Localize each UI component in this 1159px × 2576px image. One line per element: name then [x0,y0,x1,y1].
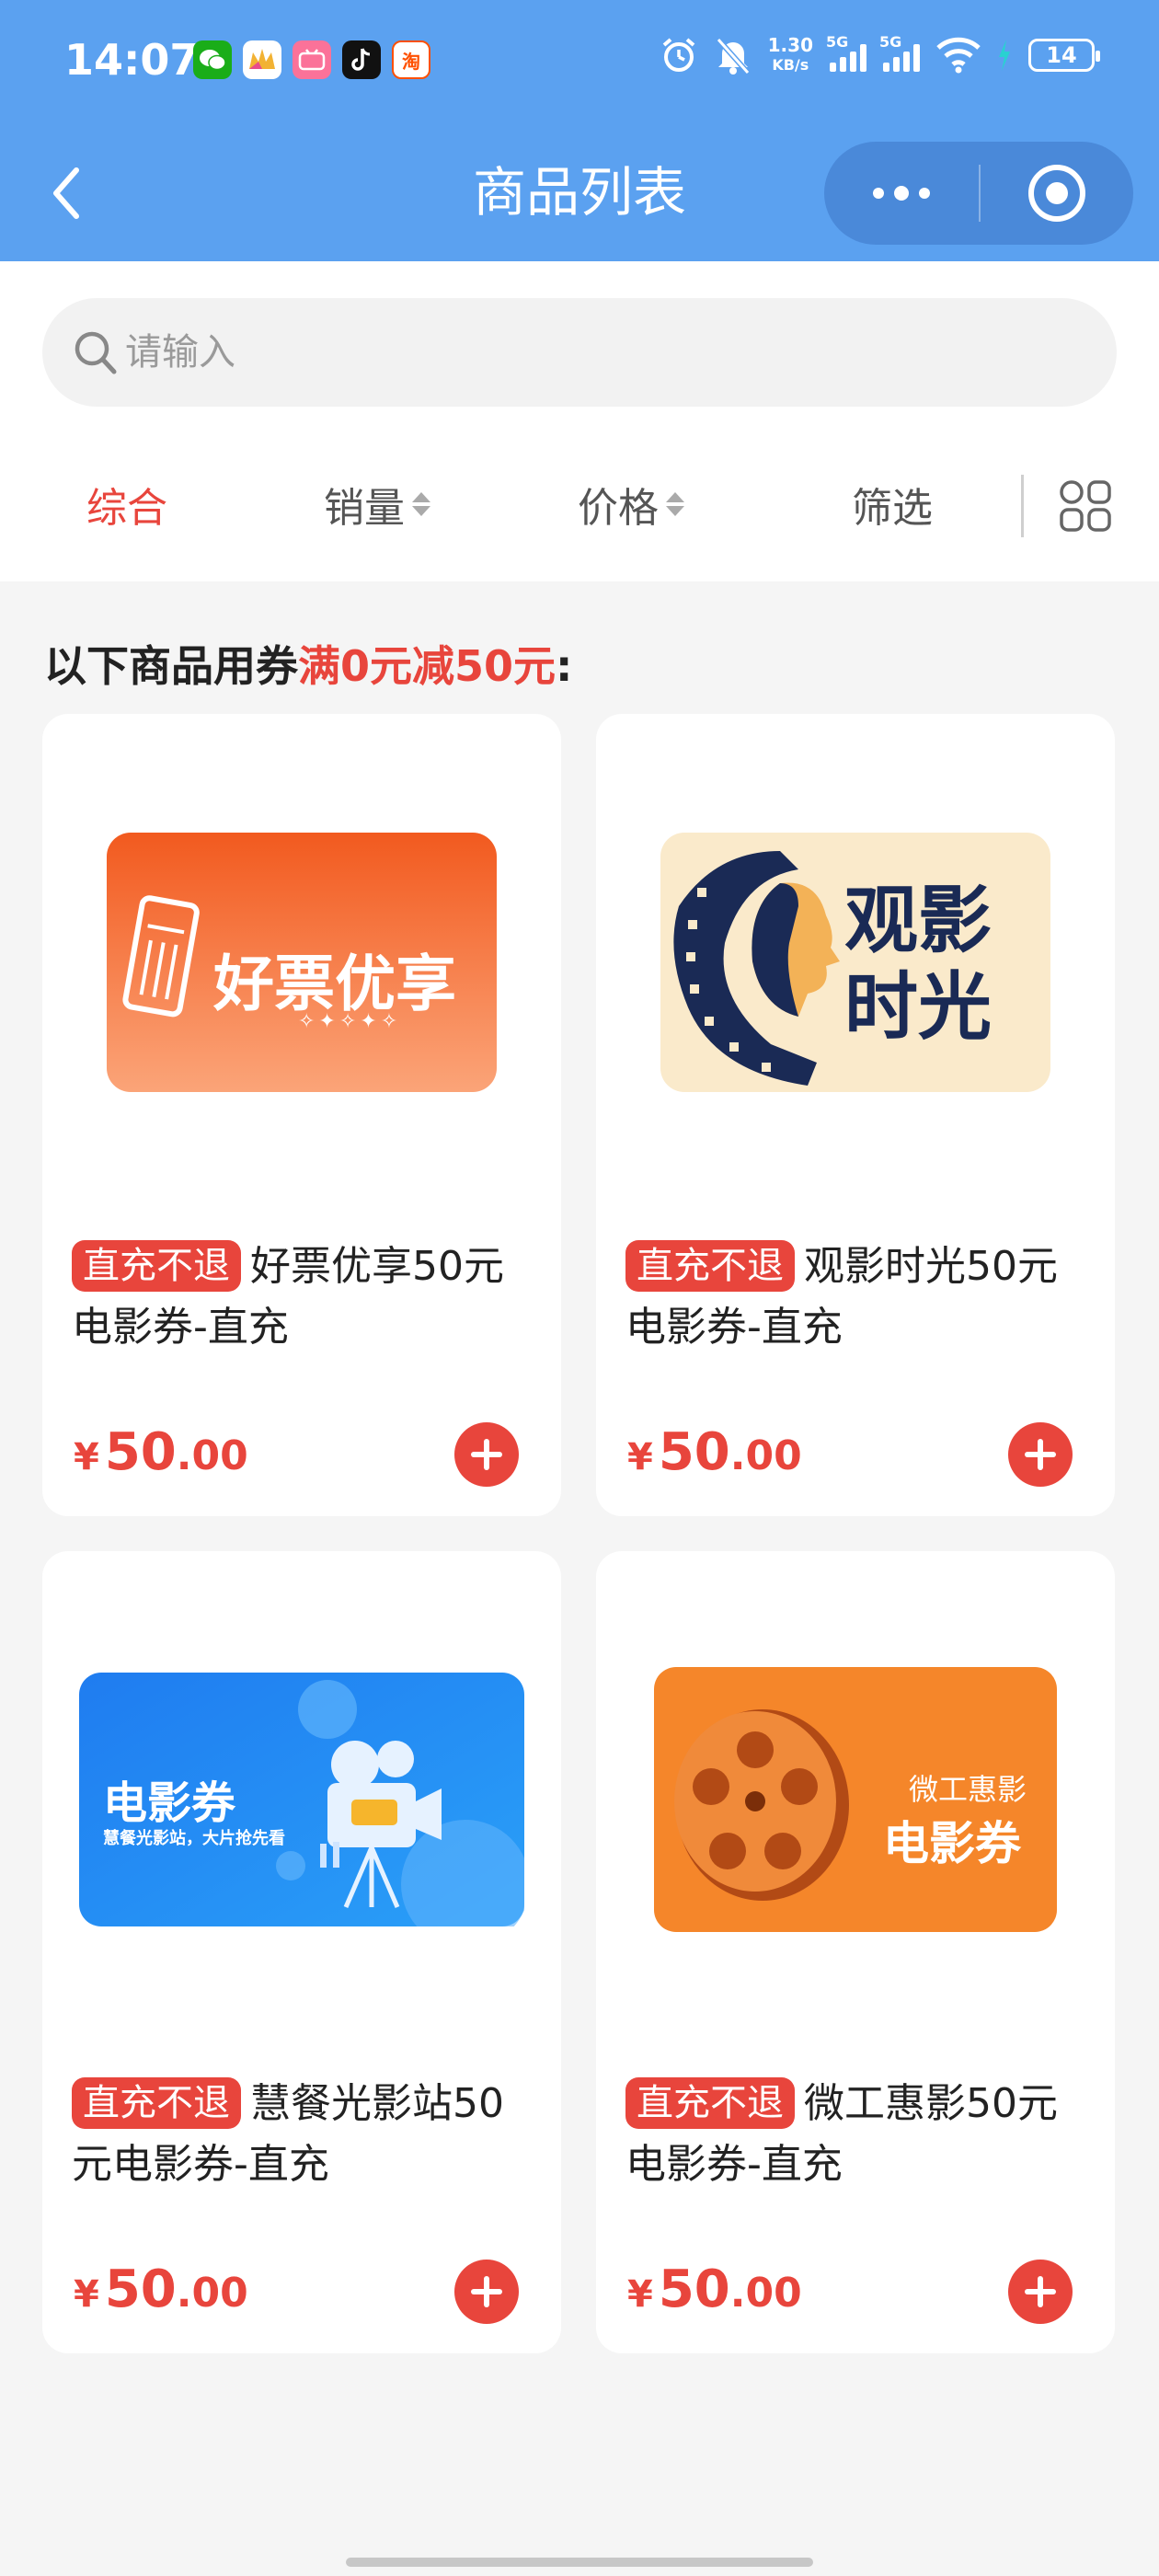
add-to-cart-button[interactable] [454,1422,519,1487]
price-symbol: ¥ [74,2273,99,2316]
home-indicator[interactable] [346,2558,813,2567]
filter-sales-label: 销量 [324,485,405,532]
product-info: 直充不退 微工惠影50元电影券-直充 [625,2074,1095,2195]
poster-subtitle: 微工惠影 [909,1772,1027,1807]
product-card[interactable]: 微工惠影 电影券 直充不退 微工惠影50元电影券-直充 ¥50.00 [596,1551,1115,2353]
wechat-icon [193,40,232,79]
grid-view-icon [1060,480,1111,532]
close-mini-program-button[interactable] [981,142,1133,245]
coupon-note: 以下商品用券满0元减50元: [44,633,572,694]
layout-toggle-button[interactable] [1058,478,1113,534]
plus-icon [471,2276,502,2307]
add-to-cart-button[interactable] [1008,1422,1073,1487]
filter-divider [1021,475,1024,537]
price-symbol: ¥ [627,2273,653,2316]
product-info: 直充不退 观影时光50元电影券-直充 [625,1236,1095,1358]
price-integer: 50 [658,1422,730,1482]
battery-indicator: 14 [1028,39,1100,72]
price-decimal: .00 [176,2270,248,2317]
signal-icon-1: 5G [826,33,866,72]
notification-app-icons: 淘 [193,40,430,79]
filter-sales[interactable]: 销量 [324,458,430,550]
wifi-icon [936,37,981,74]
price-symbol: ¥ [627,1436,653,1478]
alarm-icon [662,38,694,72]
product-card[interactable]: 电影券 慧餐光影站，大片抢先看 直充不退 慧餐光影站50元电影券-直充 ¥50.0… [42,1551,561,2353]
filter-screen-label: 筛选 [852,485,933,532]
status-bar: 14:07 淘 1.30 KB/s 5G 5G 14 [0,0,1159,124]
product-thumbnail: 好票优享 ✧✦✧✦✧ [42,714,561,1211]
filter-comprehensive-label: 综合 [86,485,167,532]
sort-arrows-icon [666,492,684,516]
target-icon [1028,165,1085,222]
product-price: ¥50.00 [627,1422,802,1482]
search-box[interactable] [42,298,1117,407]
filter-comprehensive[interactable]: 综合 [86,458,167,550]
price-integer: 50 [104,1422,177,1482]
net-speed-value: 1.30 [767,34,813,56]
poster-title: 观影 时光 [844,878,992,1051]
poster-title-line-2: 时光 [844,964,992,1050]
plus-icon [1025,1439,1056,1470]
poster-title-line-1: 观影 [844,878,992,963]
coupon-note-prefix: 以下商品用券 [44,641,298,691]
plus-icon [471,1439,502,1470]
filter-price[interactable]: 价格 [578,458,684,550]
poster-subtitle: 慧餐光影站，大片抢先看 [103,1829,285,1848]
search-icon [75,331,117,374]
poster-title: 电影券 [103,1777,236,1829]
search-filter-panel: 综合 销量 价格 筛选 [0,261,1159,581]
signal-label-2: 5G [879,33,902,51]
plus-icon [1025,2276,1056,2307]
price-decimal: .00 [729,2270,802,2317]
product-thumbnail: 电影券 慧餐光影站，大片抢先看 [42,1551,561,2048]
tiktok-icon [342,40,381,79]
product-tag: 直充不退 [625,2077,795,2129]
header: 14:07 淘 1.30 KB/s 5G 5G 14 商品列表 [0,0,1159,261]
product-tag: 直充不退 [72,1240,241,1292]
price-symbol: ¥ [74,1436,99,1478]
price-decimal: .00 [176,1432,248,1479]
add-to-cart-button[interactable] [1008,2260,1073,2324]
product-price: ¥50.00 [74,2260,248,2319]
poster-sparkles: ✧✦✧✦✧ [298,1010,402,1033]
mute-icon [716,38,750,75]
product-info: 直充不退 慧餐光影站50元电影券-直充 [72,2074,541,2195]
mini-program-capsule [824,142,1133,245]
nav-bar: 商品列表 [0,138,1159,248]
filter-bar: 综合 销量 价格 筛选 [0,458,1159,550]
more-button[interactable] [824,142,979,245]
status-right: 1.30 KB/s 5G 5G 14 [660,33,1100,75]
product-card[interactable]: 好票优享 ✧✦✧✦✧ 直充不退 好票优享50元电影券-直充 ¥50.00 [42,714,561,1516]
filter-screen[interactable]: 筛选 [852,458,933,550]
filter-price-label: 价格 [578,485,659,532]
product-thumbnail: 观影 时光 [596,714,1115,1211]
taobao-icon: 淘 [392,40,430,79]
price-integer: 50 [658,2260,730,2319]
coupon-note-highlight: 满0元减50元 [298,641,557,691]
status-time: 14:07 [64,35,200,85]
signal-label: 5G [826,33,849,51]
product-info: 直充不退 好票优享50元电影券-直充 [72,1236,541,1358]
signal-icon-2: 5G [879,33,920,72]
product-thumbnail: 微工惠影 电影券 [596,1551,1115,2048]
coupon-note-suffix: : [556,641,573,691]
product-price: ¥50.00 [627,2260,802,2319]
product-tag: 直充不退 [72,2077,241,2129]
app-icon [243,40,281,79]
add-to-cart-button[interactable] [454,2260,519,2324]
price-integer: 50 [104,2260,177,2319]
poster-title: 电影券 [883,1817,1021,1870]
price-decimal: .00 [729,1432,802,1479]
net-speed-unit: KB/s [772,56,809,74]
product-tag: 直充不退 [625,1240,795,1292]
product-card[interactable]: 观影 时光 直充不退 观影时光50元电影券-直充 ¥50.00 [596,714,1115,1516]
more-dots-icon [873,186,930,201]
sort-arrows-icon [412,492,430,516]
bilibili-icon [293,40,331,79]
charging-icon [999,40,1010,71]
product-price: ¥50.00 [74,1422,248,1482]
search-input[interactable] [125,331,1045,374]
net-speed: 1.30 KB/s [768,35,813,75]
